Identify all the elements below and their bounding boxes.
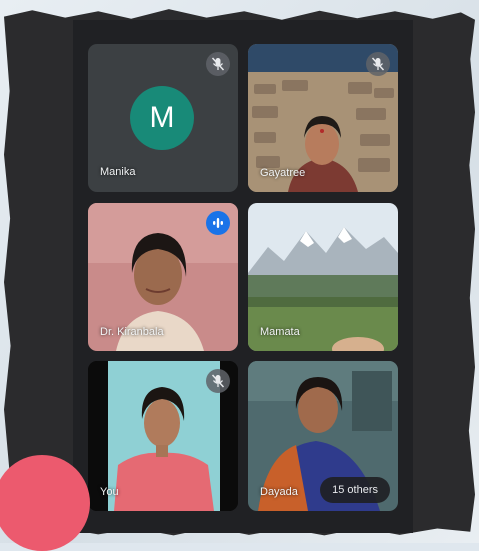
participant-name: Mamata: [260, 326, 300, 338]
mic-off-icon: [206, 369, 230, 393]
others-count-button[interactable]: 15 others: [320, 477, 390, 503]
participant-tile-dayada[interactable]: Dayada 15 others: [248, 361, 398, 511]
participant-tile-self[interactable]: You: [88, 361, 238, 511]
participant-tile-manika[interactable]: M Manika: [88, 44, 238, 192]
participant-name: Gayatree: [260, 167, 306, 179]
participant-tile-mamata[interactable]: Mamata: [248, 203, 398, 351]
audio-level-icon: [206, 211, 230, 235]
avatar: M: [130, 86, 194, 150]
participant-name: Manika: [100, 166, 136, 178]
mic-off-icon: [206, 52, 230, 76]
participant-name: Dayada: [260, 486, 298, 498]
participant-tile-gayatree[interactable]: Gayatree: [248, 44, 398, 192]
participant-tile-dr-kiranbala[interactable]: Dr. Kiranbala: [88, 203, 238, 351]
participant-name: Dr. Kiranbala: [100, 326, 164, 338]
participant-name: You: [100, 486, 119, 498]
mic-off-icon: [366, 52, 390, 76]
